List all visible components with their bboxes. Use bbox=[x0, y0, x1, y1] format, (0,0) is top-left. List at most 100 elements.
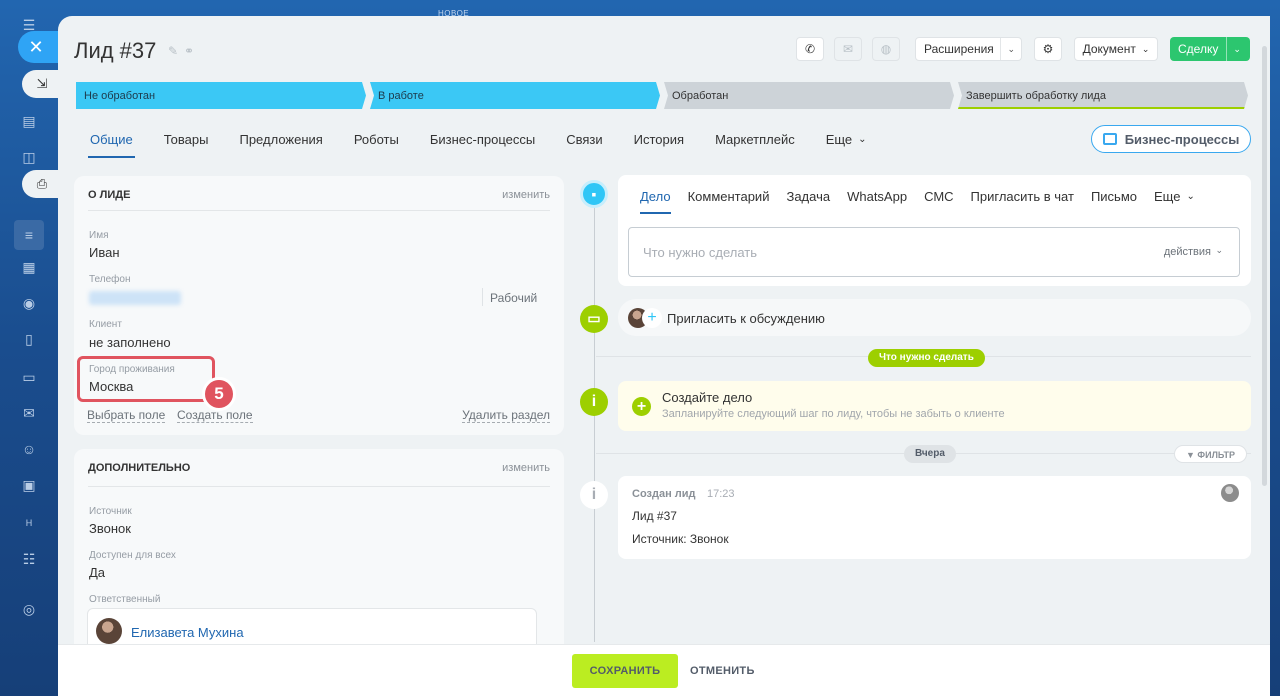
activity-tab-comment[interactable]: Комментарий bbox=[688, 189, 770, 204]
page-title: Лид #37 bbox=[74, 38, 157, 63]
available-value[interactable]: Да bbox=[89, 565, 105, 580]
city-field-highlight bbox=[77, 356, 215, 402]
close-slider-button[interactable]: ✕ bbox=[18, 31, 58, 63]
client-label: Клиент bbox=[89, 319, 122, 330]
document-button[interactable]: Документ ⌄ bbox=[1074, 37, 1158, 61]
activity-tabs: Дело Комментарий Задача WhatsApp СМС При… bbox=[640, 189, 1212, 214]
bp-button-label: Бизнес-процессы bbox=[1124, 131, 1240, 147]
lead-slider-panel: Лид #37 ✎⚭ ✆ ✉ ◍ Расширения ⌄ ⚙ Документ ⌄… bbox=[58, 16, 1270, 696]
activity-tab-deal[interactable]: Дело bbox=[640, 189, 671, 214]
activity-tab-task[interactable]: Задача bbox=[786, 189, 830, 204]
business-process-icon bbox=[1102, 133, 1117, 145]
created-line2: Источник: Звонок bbox=[632, 532, 729, 546]
delete-section-link[interactable]: Удалить раздел bbox=[462, 408, 550, 423]
timeline-line bbox=[594, 192, 595, 642]
client-value[interactable]: не заполнено bbox=[89, 335, 171, 350]
divider bbox=[482, 288, 483, 306]
tab-marketplace[interactable]: Маркетплейс bbox=[715, 132, 795, 147]
tab-general[interactable]: Общие bbox=[88, 132, 135, 158]
title-edit-icons[interactable]: ✎⚭ bbox=[168, 44, 200, 58]
extensions-label: Расширения bbox=[924, 42, 994, 56]
name-label: Имя bbox=[89, 230, 109, 241]
tab-robots[interactable]: Роботы bbox=[354, 132, 399, 147]
choose-field-link[interactable]: Выбрать поле bbox=[87, 408, 166, 423]
source-label: Источник bbox=[89, 506, 132, 517]
plus-icon[interactable]: + bbox=[642, 308, 662, 328]
activity-tab-whatsapp[interactable]: WhatsApp bbox=[847, 189, 907, 204]
chevron-down-icon: ⌄ bbox=[1226, 37, 1247, 61]
stage-processed[interactable]: Обработан bbox=[664, 82, 954, 109]
gear-icon[interactable]: ⚙ bbox=[1034, 37, 1062, 61]
settings-icon[interactable]: ◎ bbox=[20, 600, 38, 618]
filter-label: ФИЛЬТР bbox=[1197, 450, 1235, 460]
monitor-icon[interactable]: ▣ bbox=[20, 476, 38, 494]
chevron-down-icon: ⌄ bbox=[858, 134, 867, 145]
footer-bar: СОХРАНИТЬ ОТМЕНИТЬ bbox=[58, 644, 1270, 696]
crm-icon[interactable]: ≡ bbox=[14, 220, 44, 250]
scrollbar[interactable] bbox=[1262, 46, 1267, 486]
created-line1: Лид #37 bbox=[632, 509, 677, 523]
phone-type[interactable]: Рабочий bbox=[490, 291, 537, 305]
source-value[interactable]: Звонок bbox=[89, 521, 131, 536]
invite-label[interactable]: Пригласить к обсуждению bbox=[667, 311, 825, 326]
info-icon: i bbox=[580, 481, 608, 509]
create-activity-card[interactable] bbox=[618, 381, 1251, 431]
add-icon[interactable]: + bbox=[632, 397, 651, 416]
filter-button[interactable]: ▼ ФИЛЬТР bbox=[1174, 445, 1247, 463]
list-icon[interactable]: ☷ bbox=[20, 550, 38, 568]
activity-tab-more[interactable]: Еще bbox=[1154, 189, 1180, 204]
business-processes-button[interactable]: Бизнес-процессы bbox=[1091, 125, 1251, 153]
responsible-value[interactable]: Елизавета Мухина bbox=[131, 625, 244, 640]
document-label: Документ bbox=[1082, 42, 1136, 56]
tab-more[interactable]: Еще bbox=[826, 132, 852, 147]
chevron-down-icon: ⌄ bbox=[1186, 191, 1195, 202]
tab-offers[interactable]: Предложения bbox=[239, 132, 322, 147]
extensions-button[interactable]: Расширения ⌄ bbox=[915, 37, 1022, 61]
extra-edit-link[interactable]: изменить bbox=[502, 462, 550, 474]
robot-icon[interactable]: ◉ bbox=[20, 294, 38, 312]
avatar[interactable] bbox=[1221, 484, 1239, 502]
save-button[interactable]: СОХРАНИТЬ bbox=[572, 654, 678, 688]
phone-icon[interactable]: ✆ bbox=[796, 37, 824, 61]
stage-finish[interactable]: Завершить обработку лида bbox=[958, 82, 1248, 109]
todo-pill: Что нужно сделать bbox=[868, 349, 985, 367]
phone-label: Телефон bbox=[89, 274, 131, 285]
chevron-down-icon: ⌄ bbox=[1215, 245, 1223, 255]
print-icon[interactable]: ⎙ bbox=[22, 170, 62, 198]
avatar[interactable] bbox=[96, 618, 122, 644]
deal-label: Сделку bbox=[1178, 42, 1219, 56]
email-icon[interactable]: ✉ bbox=[834, 37, 862, 61]
chat-icon[interactable]: ◫ bbox=[20, 148, 38, 166]
tasks-icon[interactable]: ▤ bbox=[20, 112, 38, 130]
activity-tab-sms[interactable]: СМС bbox=[924, 189, 953, 204]
create-deal-button[interactable]: Сделку ⌄ bbox=[1170, 37, 1250, 61]
tab-history[interactable]: История bbox=[634, 132, 684, 147]
contacts-icon[interactable]: ☺ bbox=[20, 440, 38, 458]
stage-new[interactable]: Не обработан bbox=[76, 82, 366, 109]
activity-tab-email[interactable]: Письмо bbox=[1091, 189, 1137, 204]
document-icon[interactable]: ▯ bbox=[20, 330, 38, 348]
created-time: 17:23 bbox=[707, 488, 735, 500]
sms-icon[interactable]: ◍ bbox=[872, 37, 900, 61]
activity-tab-invite-chat[interactable]: Пригласить в чат bbox=[971, 189, 1074, 204]
todo-input[interactable]: Что нужно сделать действия ⌄ bbox=[628, 227, 1240, 277]
cancel-button[interactable]: ОТМЕНИТЬ bbox=[690, 654, 755, 688]
extra-header: ДОПОЛНИТЕЛЬНО bbox=[88, 462, 191, 474]
chevron-down-icon: ⌄ bbox=[1000, 38, 1021, 60]
created-title: Создан лид bbox=[632, 488, 696, 500]
divider bbox=[88, 210, 550, 211]
tab-products[interactable]: Товары bbox=[164, 132, 209, 147]
calendar-icon[interactable]: ▦ bbox=[20, 258, 38, 276]
actions-dropdown[interactable]: действия bbox=[1164, 246, 1211, 258]
stage-in-progress[interactable]: В работе bbox=[370, 82, 660, 109]
minimize-icon[interactable]: ⇲ bbox=[22, 70, 62, 98]
card-icon[interactable]: ▭ bbox=[20, 368, 38, 386]
tab-links[interactable]: Связи bbox=[566, 132, 602, 147]
about-edit-link[interactable]: изменить bbox=[502, 189, 550, 201]
phone-value-blurred[interactable] bbox=[89, 291, 181, 305]
h-icon[interactable]: H bbox=[20, 514, 38, 532]
name-value[interactable]: Иван bbox=[89, 245, 120, 260]
tab-business-processes[interactable]: Бизнес-процессы bbox=[430, 132, 535, 147]
mail-icon[interactable]: ✉ bbox=[20, 404, 38, 422]
create-activity-title: Создайте дело bbox=[662, 390, 753, 405]
